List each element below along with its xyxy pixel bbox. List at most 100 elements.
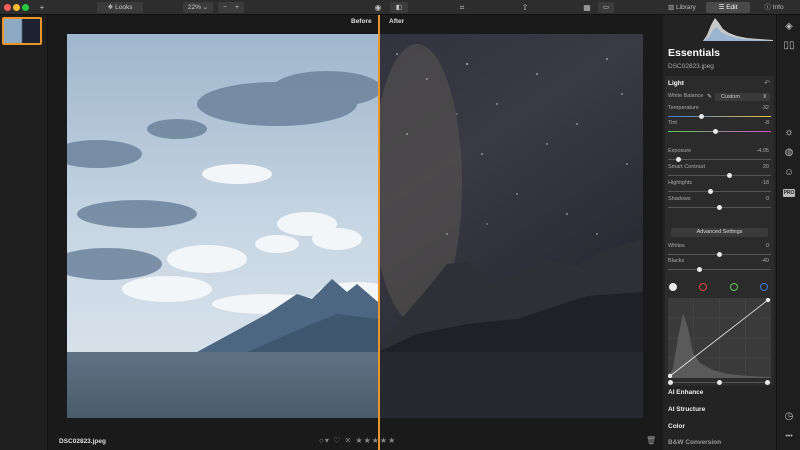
- filmstrip: [0, 15, 48, 450]
- curve-channel-green[interactable]: [730, 283, 738, 291]
- layers-icon[interactable]: ◈: [783, 21, 795, 33]
- tint-thumb[interactable]: [713, 129, 719, 134]
- temperature-thumb[interactable]: [699, 114, 705, 119]
- reset-icon[interactable]: ↶: [764, 79, 770, 87]
- share-icon[interactable]: ⇧: [518, 2, 532, 13]
- trash-icon[interactable]: 🗑: [646, 436, 656, 445]
- compare-icon[interactable]: ▯▯: [783, 40, 795, 52]
- palette-icon[interactable]: ◍: [783, 147, 795, 159]
- zoom-window-button[interactable]: [22, 4, 29, 11]
- tab-library-label: Library: [676, 4, 696, 11]
- info-icon: ⓘ: [764, 4, 773, 11]
- photo-preview[interactable]: [67, 34, 643, 418]
- curve-channel-red[interactable]: [699, 283, 707, 291]
- eye-icon[interactable]: ◉: [371, 2, 385, 13]
- curve-point-white[interactable]: [765, 297, 771, 303]
- exposure-thumb[interactable]: [675, 157, 681, 162]
- whites-slider[interactable]: Whites 0: [668, 243, 771, 259]
- highlights-track: [668, 191, 771, 192]
- section-ai-structure[interactable]: AI Structure: [668, 406, 705, 413]
- reject-icon[interactable]: ✕: [344, 436, 352, 445]
- tint-track: [668, 131, 771, 132]
- section-ai-enhance[interactable]: AI Enhance: [668, 389, 703, 396]
- add-icon[interactable]: +: [37, 2, 47, 13]
- shadows-value: 0: [765, 196, 769, 202]
- photo-thumbnail[interactable]: [2, 17, 42, 45]
- tab-edit[interactable]: ☰ Edit: [706, 2, 750, 13]
- blacks-label: Blacks: [668, 258, 685, 264]
- chevron-updown-icon: ⇕: [762, 94, 767, 100]
- tint-slider[interactable]: Tint -8: [668, 120, 771, 136]
- levels-mid-thumb[interactable]: [717, 380, 722, 385]
- flag-icon[interactable]: ○▾ ♡: [319, 436, 344, 445]
- highlights-label: Highlights: [668, 180, 693, 186]
- chevron-down-icon: ⌄: [200, 4, 209, 11]
- split-divider[interactable]: [378, 15, 380, 450]
- blacks-slider[interactable]: Blacks -40: [668, 258, 771, 274]
- smart-contrast-slider[interactable]: Smart Contrast 20: [668, 164, 771, 180]
- tab-info-label: Info: [772, 4, 784, 11]
- looks-button[interactable]: ❖ Looks: [97, 2, 143, 13]
- single-view-icon[interactable]: ▭: [598, 2, 614, 13]
- photo-canvas: Before After DSC02823.jpeg ○▾ ♡ ✕ ★★★★★ …: [49, 15, 663, 450]
- face-icon[interactable]: ☺: [783, 167, 795, 179]
- whites-value: 0: [765, 243, 769, 249]
- sun-icon[interactable]: ☼: [783, 127, 795, 139]
- section-bw-conversion[interactable]: B&W Conversion: [668, 439, 721, 446]
- tool-rail: ◈ ▯▯ ☼ ◍ ☺ PRO ◷ •••: [776, 15, 800, 450]
- zoom-select[interactable]: 22% ⌄: [183, 2, 213, 13]
- levels-black-thumb[interactable]: [668, 380, 673, 385]
- highlights-slider[interactable]: Highlights -18: [668, 180, 771, 196]
- panel-title: Essentials: [668, 47, 720, 59]
- zoom-in-button[interactable]: +: [230, 2, 244, 13]
- tab-library[interactable]: ▥ Library: [660, 2, 704, 13]
- white-balance-select[interactable]: Custom ⇕: [715, 93, 770, 101]
- temperature-slider[interactable]: Temperature -32: [668, 105, 771, 121]
- grid-view-icon[interactable]: ▦: [580, 2, 594, 13]
- blacks-track: [668, 269, 771, 270]
- shadows-thumb[interactable]: [717, 205, 722, 210]
- shadows-slider[interactable]: Shadows 0: [668, 196, 771, 212]
- white-balance-value: Custom: [721, 94, 740, 100]
- star-rating[interactable]: ★★★★★: [355, 436, 396, 445]
- before-label: Before: [351, 18, 372, 25]
- smart-contrast-label: Smart Contrast: [668, 164, 705, 170]
- section-color[interactable]: Color: [668, 423, 685, 430]
- smart-contrast-track: [668, 175, 771, 176]
- compare-split-icon[interactable]: ◧: [390, 2, 408, 13]
- blacks-thumb[interactable]: [697, 267, 703, 272]
- tab-info[interactable]: ⓘ Info: [752, 2, 796, 13]
- smart-contrast-value: 20: [762, 164, 769, 170]
- whites-thumb[interactable]: [717, 252, 722, 257]
- blacks-value: -40: [761, 258, 769, 264]
- close-window-button[interactable]: [4, 4, 11, 11]
- pro-badge[interactable]: PRO: [783, 189, 795, 197]
- exposure-slider[interactable]: Exposure -4.05: [668, 148, 771, 164]
- minimize-window-button[interactable]: [13, 4, 20, 11]
- landscape-image: [67, 34, 643, 418]
- light-title[interactable]: Light: [668, 80, 684, 87]
- tone-curve[interactable]: [667, 297, 771, 379]
- tint-value: -8: [764, 120, 769, 126]
- canvas-file-name: DSC02823.jpeg: [59, 438, 106, 445]
- edit-panel: Essentials DSC02823.jpeg Light ↶ White B…: [663, 15, 776, 450]
- temperature-label: Temperature: [668, 105, 699, 111]
- highlights-thumb[interactable]: [708, 189, 714, 194]
- advanced-settings-button[interactable]: Advanced Settings: [671, 228, 768, 237]
- more-icon[interactable]: •••: [783, 431, 795, 443]
- temperature-track: [668, 116, 771, 117]
- whites-label: Whites: [668, 243, 685, 249]
- levels-white-thumb[interactable]: [765, 380, 770, 385]
- rating-bar: ○▾ ♡ ✕ ★★★★★: [319, 436, 396, 445]
- highlights-value: -18: [761, 180, 769, 186]
- curve-channel-rgb[interactable]: [669, 283, 677, 291]
- curve-channel-blue[interactable]: [760, 283, 768, 291]
- curve-levels: [668, 380, 771, 386]
- eyedropper-icon[interactable]: ✎: [707, 93, 712, 100]
- white-balance-label: White Balance: [668, 93, 704, 99]
- history-icon[interactable]: ◷: [783, 411, 795, 423]
- after-label: After: [389, 18, 405, 25]
- smart-contrast-thumb[interactable]: [726, 173, 732, 178]
- crop-icon[interactable]: ⌗: [455, 2, 469, 13]
- title-bar: + ❖ Looks 22% ⌄ − + ◉ ◧ ⌗ ⇧ ▦ ▭ ▥ Librar…: [0, 0, 800, 15]
